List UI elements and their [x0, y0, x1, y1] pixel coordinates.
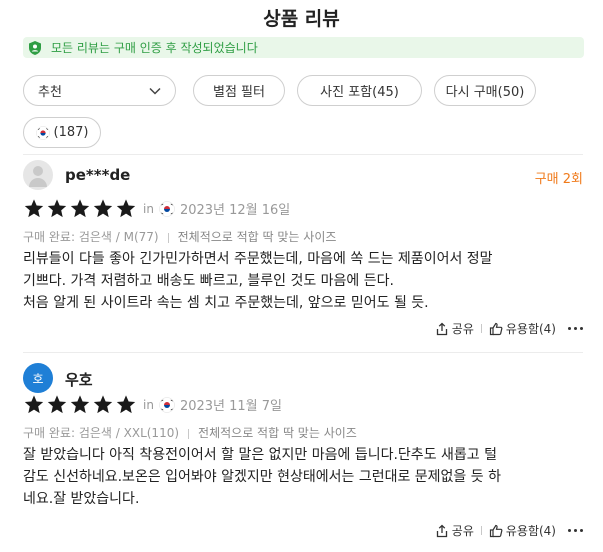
- photo-filter-button[interactable]: 사진 포함(45): [297, 75, 422, 106]
- star-icon: [24, 395, 44, 414]
- review-text: 리뷰들이 다들 좋아 긴가민가하면서 주문했는데, 마음에 쏙 드는 제품이어서…: [23, 248, 578, 314]
- review-line: 잘 받았습니다 아직 착용전이어서 할 말은 없지만 마음에 듭니다.단추도 새…: [23, 447, 497, 463]
- divider: [23, 154, 583, 155]
- thumbs-up-icon: [489, 322, 503, 335]
- default-avatar-icon: [23, 160, 53, 190]
- review-line: 네요.잘 받았습니다.: [23, 491, 140, 507]
- rating-filter-label: 별점 필터: [213, 85, 265, 100]
- reviewer-name: pe***de: [65, 166, 131, 184]
- helpful-button[interactable]: 유용함(4): [489, 320, 556, 337]
- review-actions: 공유 유용함(4): [435, 320, 583, 337]
- verified-notice: 모든 리뷰는 구매 인증 후 작성되었습니다: [23, 37, 584, 58]
- star-icon: [116, 395, 136, 414]
- star-icon: [24, 199, 44, 218]
- repurchase-filter-button[interactable]: 다시 구매(50): [434, 75, 536, 106]
- helpful-button[interactable]: 유용함(4): [489, 522, 556, 539]
- review-line: 감도 신선하네요.보온은 입어봐야 알겠지만 현상태에서는 그런대로 문제없을 …: [23, 469, 501, 485]
- review-line: 기쁘다. 가격 저렴하고 배송도 빠르고, 블루인 것도 마음에 든다.: [23, 273, 394, 289]
- star-icon: [47, 199, 67, 218]
- country-filter-button[interactable]: (187): [23, 117, 101, 148]
- review-date: 2023년 11월 7일: [179, 399, 282, 414]
- notice-text: 모든 리뷰는 구매 인증 후 작성되었습니다: [51, 41, 258, 55]
- in-label: in: [143, 201, 154, 216]
- country-filter-label: (187): [53, 125, 89, 140]
- share-button[interactable]: 공유: [435, 522, 474, 539]
- rating-row: in 2023년 11월 7일: [23, 394, 282, 415]
- more-options-icon[interactable]: [568, 327, 583, 330]
- star-icon: [93, 395, 113, 414]
- review-card: 호 우호 in 2023년 11월 7일 구매 완료: 검은색 / XXL(11…: [23, 363, 583, 548]
- review-date: 2023년 12월 16일: [179, 203, 291, 218]
- reviewer-name: 우호: [65, 371, 93, 389]
- review-line: 리뷰들이 다들 좋아 긴가민가하면서 주문했는데, 마음에 쏙 드는 제품이어서…: [23, 251, 493, 267]
- sort-dropdown[interactable]: 추천: [23, 75, 176, 106]
- share-icon: [436, 322, 447, 335]
- korea-flag-icon: [35, 125, 50, 140]
- share-label: 공유: [451, 322, 474, 336]
- share-icon: [436, 524, 447, 537]
- review-text: 잘 받았습니다 아직 착용전이어서 할 말은 없지만 마음에 듭니다.단추도 새…: [23, 444, 578, 510]
- purchase-info: 구매 완료: 검은색 / M(77) 전체적으로 적합 딱 맞는 사이즈: [23, 228, 336, 245]
- rating-row: in 2023년 12월 16일: [23, 198, 290, 219]
- order-count-badge: 구매 2회: [534, 172, 583, 187]
- star-icon: [47, 395, 67, 414]
- review-card: pe***de 구매 2회 in 2023년 12월 16일 구매 완료: 검은…: [23, 160, 583, 345]
- star-icon: [93, 199, 113, 218]
- share-label: 공유: [451, 524, 474, 538]
- review-actions: 공유 유용함(4): [435, 522, 583, 539]
- purchase-option: 구매 완료: 검은색 / XXL(110): [23, 426, 180, 440]
- korea-flag-icon: [159, 396, 175, 413]
- avatar: 호: [23, 363, 53, 393]
- korea-flag-icon: [159, 200, 175, 217]
- review-line: 처음 알게 된 사이트라 속는 셈 치고 주문했는데, 앞으로 믿어도 될 듯.: [23, 295, 429, 311]
- thumbs-up-icon: [489, 524, 503, 537]
- helpful-label: 유용함(4): [505, 322, 556, 336]
- star-icon: [70, 199, 90, 218]
- divider: [23, 352, 583, 353]
- purchase-info: 구매 완료: 검은색 / XXL(110) 전체적으로 적합 딱 맞는 사이즈: [23, 424, 357, 441]
- avatar-initial: 호: [32, 371, 44, 386]
- rating-filter-button[interactable]: 별점 필터: [193, 75, 285, 106]
- photo-filter-label: 사진 포함(45): [320, 85, 399, 100]
- purchase-option: 구매 완료: 검은색 / M(77): [23, 230, 159, 244]
- share-button[interactable]: 공유: [435, 320, 474, 337]
- helpful-label: 유용함(4): [505, 524, 556, 538]
- shield-check-icon: [29, 40, 41, 55]
- star-icon: [116, 199, 136, 218]
- in-label: in: [143, 397, 154, 412]
- fit-info: 전체적으로 적합 딱 맞는 사이즈: [177, 230, 337, 244]
- page-title: 상품 리뷰: [263, 8, 340, 30]
- sort-label: 추천: [38, 85, 62, 100]
- chevron-down-icon: [149, 87, 161, 95]
- repurchase-filter-label: 다시 구매(50): [445, 85, 525, 100]
- fit-info: 전체적으로 적합 딱 맞는 사이즈: [198, 426, 357, 440]
- more-options-icon[interactable]: [568, 529, 583, 532]
- star-icon: [70, 395, 90, 414]
